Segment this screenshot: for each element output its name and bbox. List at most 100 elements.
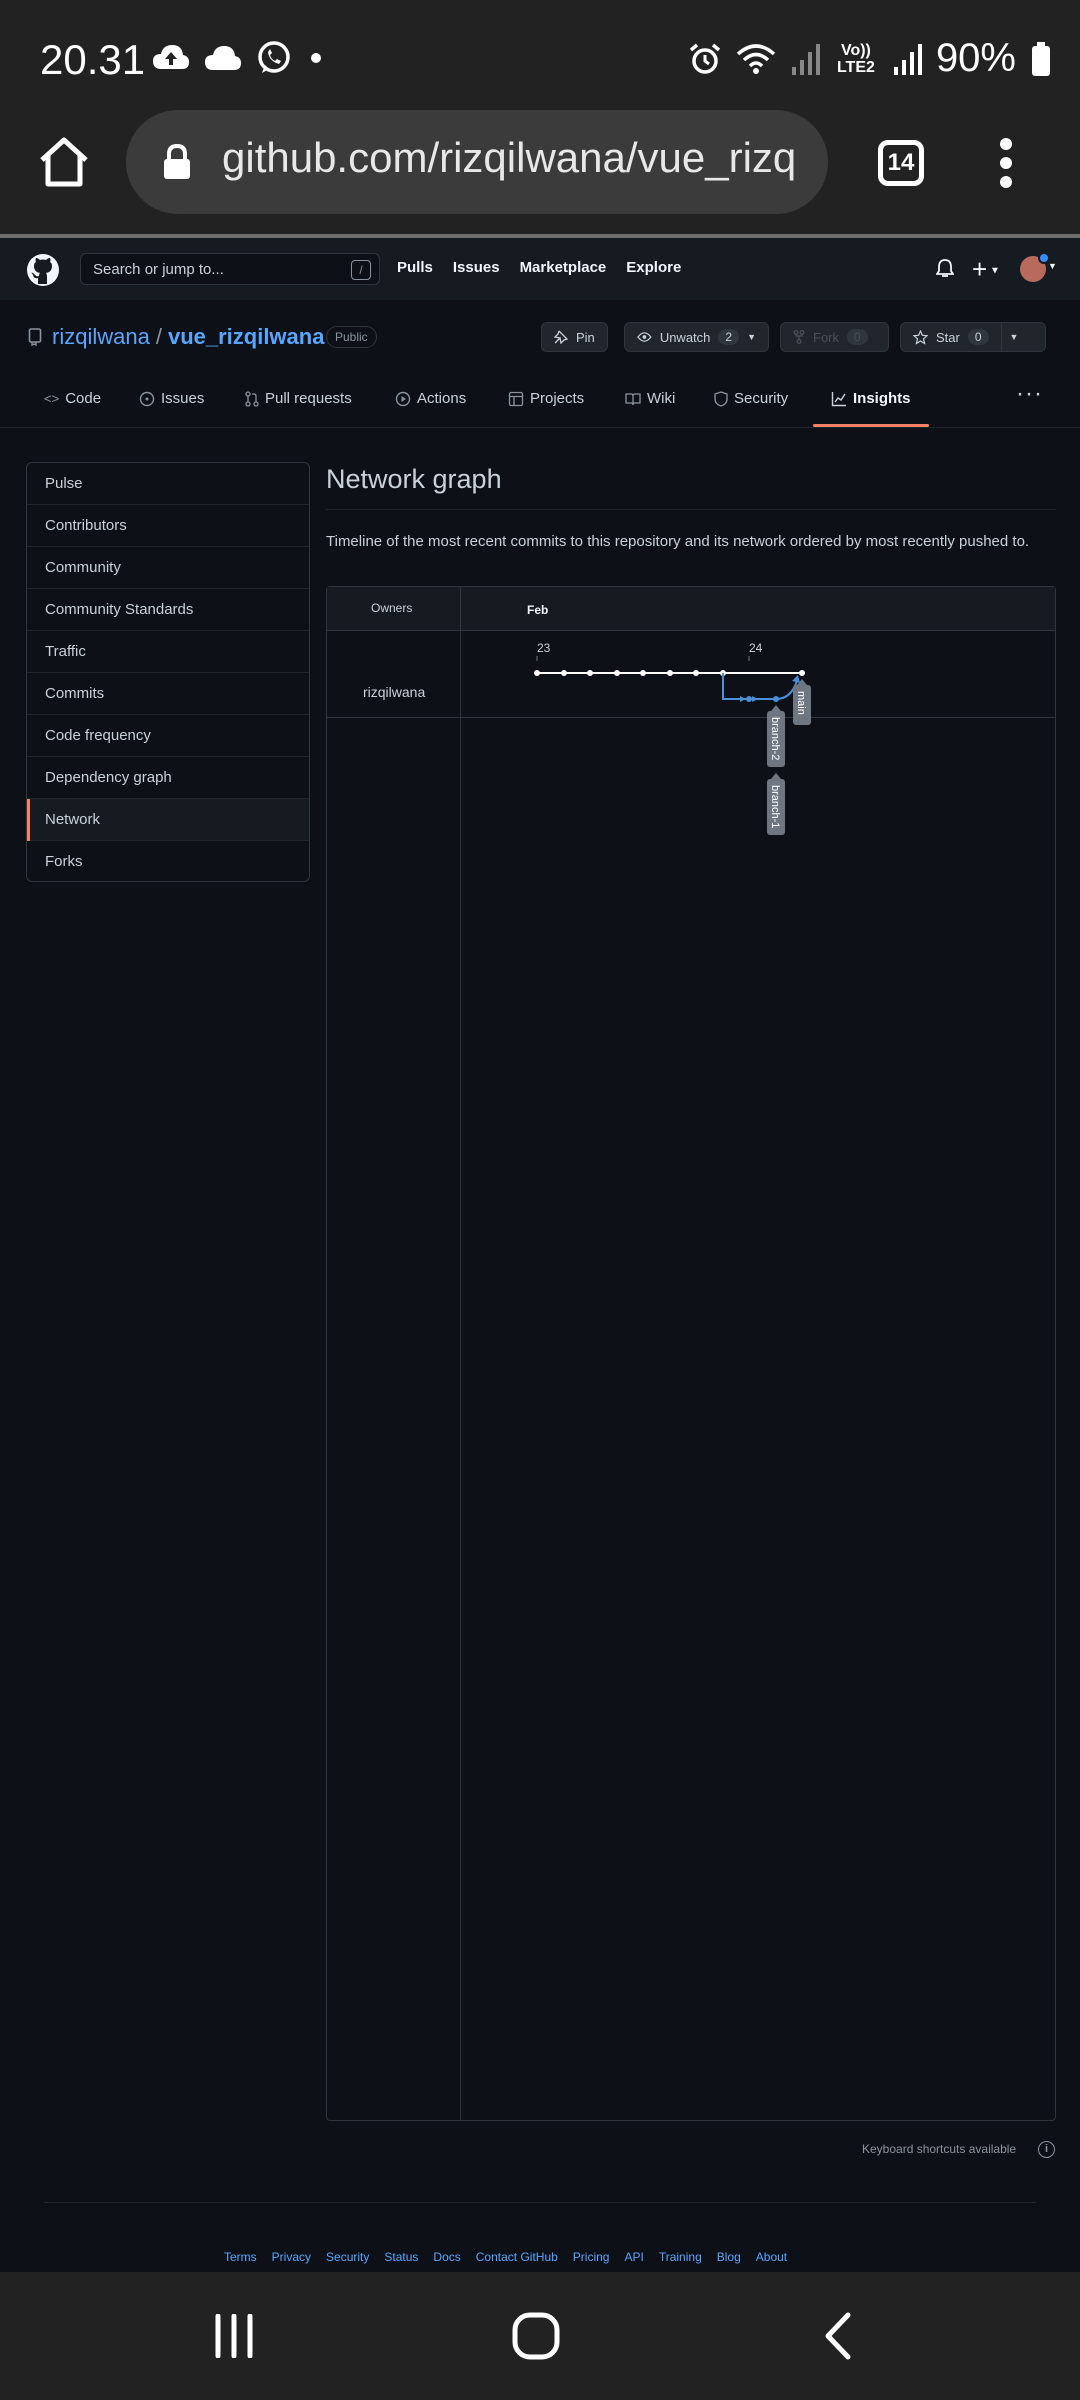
system-nav-bar [0,2272,1080,2400]
day-label: 24 [749,641,763,655]
code-icon: <> [44,391,60,406]
info-icon[interactable]: i [1038,2141,1055,2158]
branch-label-branch-2[interactable]: branch-2 [767,705,785,767]
nav-pulls[interactable]: Pulls [397,259,433,276]
more-tabs-icon[interactable]: ··· [1016,380,1043,408]
footer-link-blog[interactable]: Blog [717,2250,741,2264]
repo-tabs: <> Code Issues Pull requests Actions Pro… [0,380,1080,428]
repo-icon [28,328,42,346]
nav-explore[interactable]: Explore [626,259,681,276]
search-placeholder: Search or jump to... [93,261,224,278]
branch-label-branch-1[interactable]: branch-1 [767,773,785,835]
footer-link-terms[interactable]: Terms [224,2250,257,2264]
cloud-icon [205,46,241,70]
page-title: Network graph [326,464,502,494]
recent-apps-icon[interactable] [212,2314,256,2358]
bell-icon[interactable] [936,258,954,278]
tab-wiki-label: Wiki [647,390,676,407]
create-new-menu[interactable]: + ▼ [972,254,1000,285]
watch-count: 2 [718,329,740,345]
sidebar-item-commits[interactable]: Commits [27,673,309,715]
sidebar-item-network[interactable]: Network [27,799,309,841]
network-graph[interactable]: Owners Feb rizqilwana 23 24 main branch-… [326,586,1056,2121]
network-graph-canvas[interactable]: 23 24 main branch-2 branch-1 [327,631,1055,861]
home-icon[interactable] [36,134,92,190]
cloud-upload-icon [153,45,189,69]
repo-header: rizqilwana / vue_rizqilwana Public Pin Unw… [0,300,1080,428]
sidebar-item-dependency-graph[interactable]: Dependency graph [27,757,309,799]
footer-link-about[interactable]: About [756,2250,787,2264]
sidebar-item-code-frequency[interactable]: Code frequency [27,715,309,757]
signal-weak-icon [791,43,820,75]
sidebar-item-forks[interactable]: Forks [27,841,309,881]
fork-count: 0 [847,329,868,345]
unwatch-button[interactable]: Unwatch 2 ▼ [624,322,769,352]
star-button[interactable]: Star 0 ▼ [900,322,1046,352]
footer-link-security[interactable]: Security [326,2250,369,2264]
address-bar[interactable]: github.com/rizqilwana/vue_rizq [126,110,828,214]
chevron-down-icon[interactable]: ▼ [1010,332,1019,342]
fork-label: Fork [813,329,839,345]
lock-icon [164,144,190,179]
tab-insights-label: Insights [853,390,911,407]
tab-actions-label: Actions [417,390,467,407]
url-text[interactable]: github.com/rizqilwana/vue_rizq [222,134,796,182]
tab-actions[interactable]: Actions [395,390,466,407]
sidebar-item-community[interactable]: Community [27,547,309,589]
sidebar-item-community-standards[interactable]: Community Standards [27,589,309,631]
insights-sidebar: Pulse Contributors Community Community S… [26,462,310,882]
repo-owner-link[interactable]: rizqilwana [52,324,150,349]
tab-code[interactable]: <> Code [44,390,101,407]
nav-marketplace[interactable]: Marketplace [520,259,607,276]
branch-name-main: main [795,691,807,715]
pin-icon [554,330,568,344]
search-shortcut-badge: / [351,260,371,280]
global-nav: Pulls Issues Marketplace Explore [397,259,681,276]
tab-projects-label: Projects [530,390,585,407]
tab-pull-requests-label: Pull requests [265,390,352,407]
divider [326,509,1056,510]
tab-pull-requests[interactable]: Pull requests [245,390,352,407]
chevron-down-icon[interactable]: ▼ [1048,261,1057,271]
page-description: Timeline of the most recent commits to t… [326,533,1030,550]
sidebar-item-pulse[interactable]: Pulse [27,463,309,505]
network-type-label: Vo)) LTE2 [836,41,875,76]
nav-issues[interactable]: Issues [453,259,500,276]
browser-toolbar: github.com/rizqilwana/vue_rizq 14 [0,110,1080,234]
browser-menu-icon[interactable] [998,138,1014,188]
github-logo-icon[interactable] [26,253,60,287]
footer-link-training[interactable]: Training [659,2250,702,2264]
pin-label: Pin [576,329,595,345]
sidebar-item-traffic[interactable]: Traffic [27,631,309,673]
star-count: 0 [967,329,989,345]
table-icon [508,391,524,406]
footer-link-contact[interactable]: Contact GitHub [476,2250,558,2264]
tab-wiki[interactable]: Wiki [625,390,675,407]
home-button-icon[interactable] [512,2312,560,2360]
fork-button[interactable]: Fork 0 [780,322,889,352]
keyboard-shortcuts-note[interactable]: Keyboard shortcuts available [862,2142,1016,2156]
back-icon[interactable] [824,2312,852,2360]
footer-link-status[interactable]: Status [384,2250,418,2264]
feature-branch-line [722,673,798,700]
footer-link-docs[interactable]: Docs [433,2250,460,2264]
repo-name-link[interactable]: vue_rizqilwana [168,324,325,349]
status-time: 20.31 [40,36,146,83]
shield-icon [714,390,728,407]
footer-link-privacy[interactable]: Privacy [272,2250,311,2264]
tab-insights[interactable]: Insights [831,390,911,407]
pin-button[interactable]: Pin [541,322,608,352]
issue-icon [139,391,155,406]
footer-link-pricing[interactable]: Pricing [573,2250,610,2264]
search-input[interactable]: Search or jump to... / [80,253,380,285]
branch-name-branch-2: branch-2 [769,717,781,760]
footer-link-api[interactable]: API [624,2250,643,2264]
tab-switcher-button[interactable]: 14 [878,140,924,186]
tab-security[interactable]: Security [714,390,788,407]
tab-issues-label: Issues [161,390,205,407]
tab-projects[interactable]: Projects [508,390,584,407]
sidebar-item-contributors[interactable]: Contributors [27,505,309,547]
tab-issues[interactable]: Issues [139,390,204,407]
branch-label-main[interactable]: main [793,679,811,725]
wifi-icon [736,43,776,74]
